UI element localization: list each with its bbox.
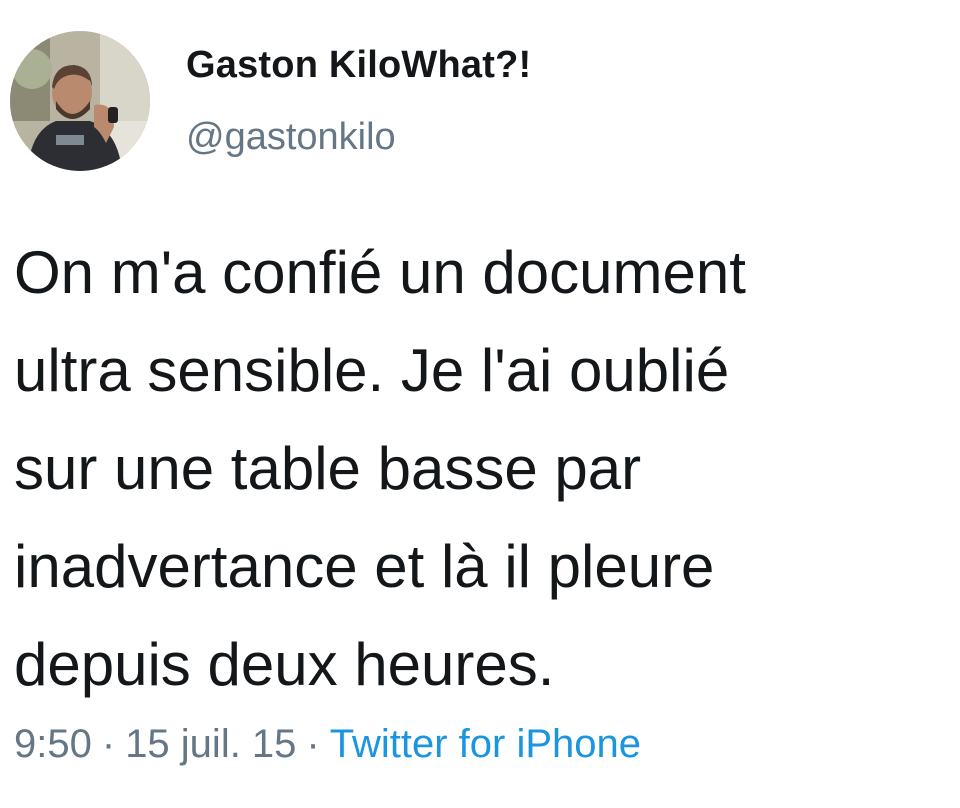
tweet-text-line: sur une table basse par (14, 435, 642, 502)
tweet-metadata: 9:50 · 15 juil. 15 · Twitter for iPhone (14, 722, 641, 767)
display-name[interactable]: Gaston KiloWhat?! (186, 44, 531, 87)
tweet-text-line: depuis deux heures. (14, 631, 555, 698)
tweet-source-link[interactable]: Twitter for iPhone (330, 722, 641, 766)
tweet-date[interactable]: 15 juil. 15 (125, 722, 296, 766)
meta-separator: · (101, 722, 116, 766)
tweet-text: On m'a confié un document ultra sensible… (14, 224, 954, 714)
tweet-text-line: On m'a confié un document (14, 239, 746, 306)
tweet-time[interactable]: 9:50 (14, 722, 92, 766)
tweet-text-line: ultra sensible. Je l'ai oublié (14, 337, 730, 404)
tweet-card: Gaston KiloWhat?! @gastonkilo On m'a con… (0, 0, 960, 808)
meta-separator: · (306, 722, 320, 766)
user-handle[interactable]: @gastonkilo (186, 116, 396, 159)
avatar[interactable] (10, 31, 150, 171)
avatar-image (10, 31, 150, 171)
tweet-text-line: inadvertance et là il pleure (14, 533, 715, 600)
